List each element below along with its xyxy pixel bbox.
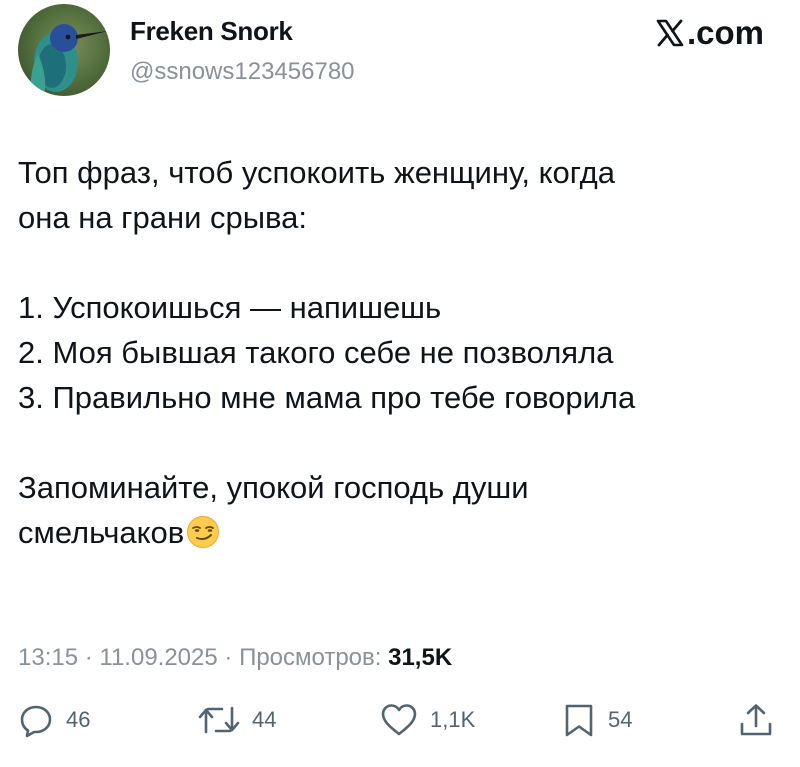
share-button[interactable] [738,702,774,738]
like-button[interactable]: 1,1K [380,702,475,738]
views-count: 31,5K [388,644,453,671]
post-line: 1. Успокоишься — напишешь [18,290,442,325]
bookmark-button[interactable]: 54 [562,702,632,738]
author-name[interactable]: Freken Snork [130,16,293,47]
post-line: Запоминайте, упокой господь души [18,470,529,505]
post-line: Топ фраз, чтоб успокоить женщину, когда [18,155,616,190]
brand-logo: .com [655,14,764,52]
repost-button[interactable]: 44 [198,702,276,738]
post-line: 3. Правильно мне мама про тебе говорила [18,380,636,415]
repost-icon [198,706,240,734]
brand-suffix: .com [686,14,764,51]
smirking-face-emoji [186,515,220,561]
reply-count: 46 [66,707,91,732]
action-bar: 46 44 1,1K 54 [0,702,800,752]
bookmark-count: 54 [608,707,633,732]
meta-separator: · [217,644,240,671]
post-date[interactable]: 11.09.2025 [99,644,217,671]
heart-icon [381,704,417,736]
x-logo-icon [656,19,684,47]
reply-button[interactable]: 46 [18,702,90,738]
post-line: 2. Моя бывшая такого себе не позволяла [18,335,614,370]
reply-icon [20,705,52,738]
post-time[interactable]: 13:15 [18,644,78,671]
author-handle[interactable]: @ssnows123456780 [130,58,355,86]
bookmark-icon [565,704,593,737]
post-blank-line [18,240,788,285]
share-icon [740,704,772,736]
post-text: Топ фраз, чтоб успокоить женщину, когда … [18,150,788,561]
post-line: она на грани срыва: [18,200,308,235]
post-blank-line [18,420,788,465]
repost-count: 44 [252,707,277,732]
avatar[interactable] [18,4,110,96]
meta-separator: · [78,644,100,671]
post-line: смельчаков [18,515,185,550]
post-meta: 13:15 · 11.09.2025 · Просмотров: 31,5K [18,644,452,672]
like-count: 1,1K [430,707,476,732]
hummingbird-avatar-image [30,24,108,96]
post-last-line: смельчаков [18,510,788,561]
views-label: Просмотров: [239,644,389,671]
